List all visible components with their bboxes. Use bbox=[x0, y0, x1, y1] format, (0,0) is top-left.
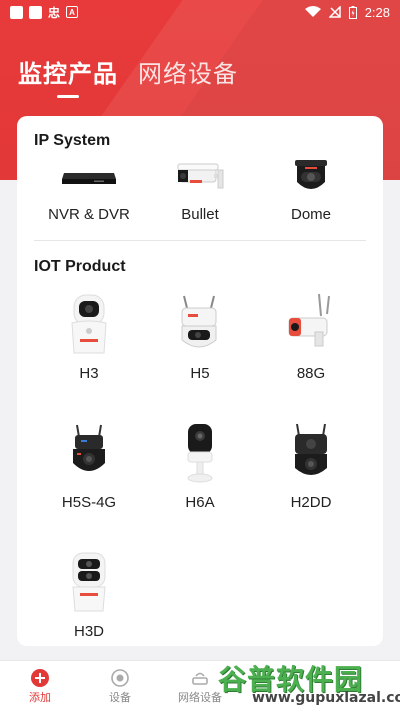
section-title-iot-product: IOT Product bbox=[34, 258, 126, 275]
signal-icon bbox=[328, 6, 341, 18]
product-88g[interactable]: 88G bbox=[256, 289, 366, 382]
status-glyph: 忠 bbox=[48, 5, 61, 20]
tab-surveillance-products[interactable]: 监控产品 bbox=[18, 54, 118, 89]
product-nvr-dvr[interactable]: NVR & DVR bbox=[34, 146, 144, 223]
h6a-camera-icon bbox=[145, 418, 255, 488]
product-label: H3 bbox=[79, 365, 99, 382]
nav-label: 添加 bbox=[29, 692, 51, 704]
clock: 2:28 bbox=[364, 4, 390, 20]
product-label: H3D bbox=[73, 623, 104, 640]
product-label: NVR & DVR bbox=[48, 206, 130, 223]
notification-icon bbox=[29, 5, 42, 19]
h3-camera-icon bbox=[34, 289, 144, 359]
product-h5[interactable]: H5 bbox=[145, 289, 255, 382]
top-tabs: 监控产品 网络设备 bbox=[18, 54, 238, 89]
device-icon bbox=[111, 669, 129, 687]
nvr-icon bbox=[34, 146, 144, 208]
battery-icon bbox=[348, 5, 357, 19]
product-label: H2DD bbox=[290, 494, 332, 511]
product-label: H6A bbox=[185, 494, 215, 511]
88g-camera-icon bbox=[256, 289, 366, 359]
product-bullet[interactable]: Bullet bbox=[145, 146, 255, 223]
wifi-icon bbox=[304, 6, 321, 17]
product-dome[interactable]: Dome bbox=[256, 146, 366, 223]
network-icon bbox=[192, 672, 208, 685]
section-divider bbox=[34, 240, 366, 241]
h5-camera-icon bbox=[145, 289, 255, 359]
nav-device[interactable]: 设备 bbox=[80, 661, 160, 705]
product-label: H5S-4G bbox=[61, 494, 117, 511]
h5s-4g-camera-icon bbox=[34, 418, 144, 488]
active-tab-indicator bbox=[57, 95, 79, 98]
add-icon bbox=[31, 669, 49, 687]
product-label: H5 bbox=[190, 365, 210, 382]
product-h2dd[interactable]: H2DD bbox=[256, 418, 366, 511]
nav-add[interactable]: 添加 bbox=[0, 661, 80, 705]
nav-label: 设备 bbox=[109, 692, 131, 704]
product-h5s-4g[interactable]: H5S-4G bbox=[34, 418, 144, 511]
product-label: 88G bbox=[296, 365, 326, 382]
status-bar: 忠 A 2:28 bbox=[0, 0, 400, 24]
h3d-camera-icon bbox=[34, 547, 144, 617]
h2dd-camera-icon bbox=[256, 418, 366, 488]
tab-network-devices[interactable]: 网络设备 bbox=[138, 54, 238, 89]
product-h3[interactable]: H3 bbox=[34, 289, 144, 382]
bullet-camera-icon bbox=[145, 146, 255, 208]
product-h6a[interactable]: H6A bbox=[145, 418, 255, 511]
watermark-url: www.gupuxlazal.com bbox=[252, 690, 400, 706]
product-card: IP System NVR & DVR Bullet Dome IOT Prod… bbox=[17, 116, 383, 646]
a-icon: A bbox=[66, 6, 79, 18]
product-label: Dome bbox=[290, 206, 331, 223]
product-h3d[interactable]: H3D bbox=[34, 547, 144, 640]
product-label: Bullet bbox=[181, 206, 219, 223]
notification-icon bbox=[10, 5, 23, 19]
watermark: 谷普软件园 www.gupuxlazal.com bbox=[218, 660, 400, 710]
dome-camera-icon bbox=[256, 146, 366, 208]
